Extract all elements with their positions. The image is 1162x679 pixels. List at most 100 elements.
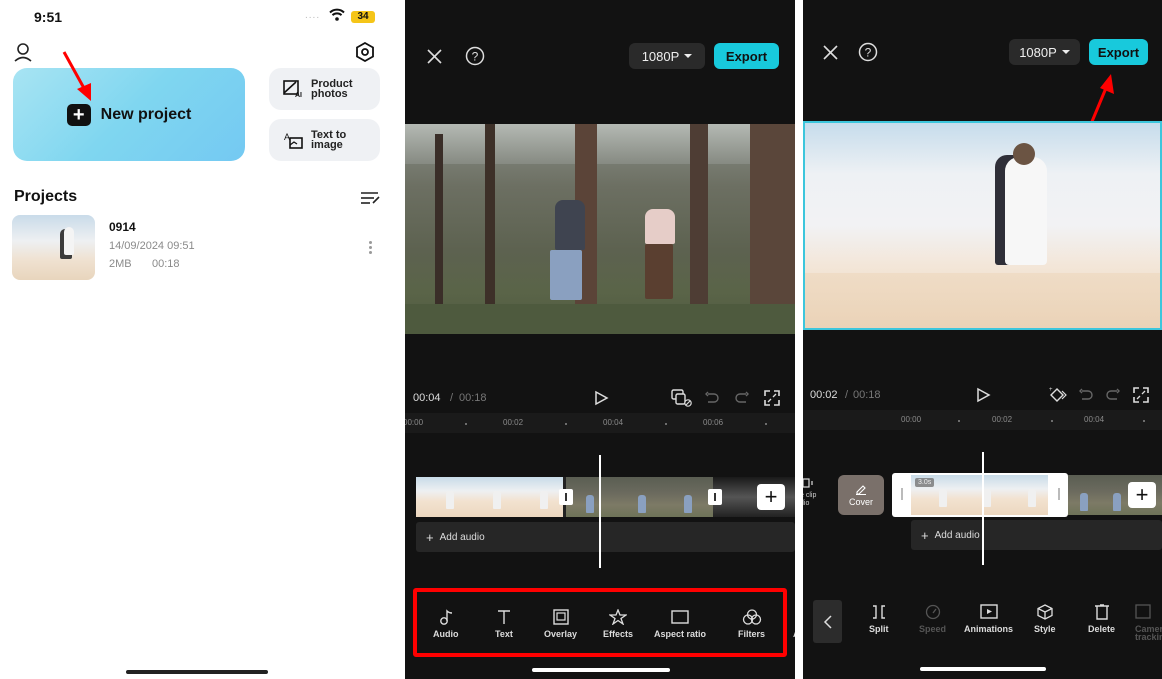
close-icon[interactable]	[426, 48, 443, 65]
ruler-tick: 00:04	[1084, 415, 1105, 424]
add-audio-label: Add audio	[439, 531, 485, 543]
play-icon[interactable]	[975, 387, 991, 403]
add-audio-button[interactable]: + Add audio	[416, 522, 795, 552]
product-photos-button[interactable]: AI Product photos	[269, 68, 380, 110]
resolution-label: 1080P	[1019, 44, 1057, 60]
fullscreen-icon[interactable]	[764, 390, 780, 406]
filters-icon	[742, 609, 761, 625]
tool-filters[interactable]: Filters	[738, 609, 765, 639]
thumbnail-figure	[939, 489, 947, 507]
more-options-icon[interactable]	[366, 240, 374, 256]
trim-handle-left[interactable]	[901, 488, 903, 500]
current-time: 00:04	[413, 392, 441, 404]
playhead[interactable]	[599, 455, 601, 568]
export-button[interactable]: Export	[1089, 39, 1148, 65]
tool-speed[interactable]: Speed	[919, 604, 946, 634]
tool-style[interactable]: Style	[1034, 604, 1056, 634]
clip-couple-field[interactable]: 3.0s	[911, 475, 1048, 515]
help-icon[interactable]: ?	[465, 46, 485, 66]
add-audio-label: Add audio	[934, 529, 980, 541]
close-icon[interactable]	[822, 44, 839, 61]
settings-icon[interactable]	[355, 42, 375, 62]
trim-handle-right[interactable]	[1058, 488, 1060, 500]
project-thumbnail[interactable]	[12, 215, 95, 280]
video-track[interactable]	[416, 477, 795, 517]
back-button[interactable]	[813, 600, 842, 643]
add-clip-button[interactable]: +	[757, 484, 785, 510]
preview-ground	[405, 304, 795, 334]
tool-aspect-ratio[interactable]: Aspect ratio	[654, 609, 706, 639]
tool-audio[interactable]: Audio	[433, 609, 459, 639]
clip-duration-badge: 3.0s	[915, 478, 935, 487]
keyframe-sync-icon[interactable]	[671, 389, 693, 407]
mute-clip-audio-button[interactable]: e clip dio	[803, 477, 830, 517]
clip-forest-run[interactable]	[566, 477, 713, 517]
project-duration: 00:18	[152, 258, 180, 270]
add-clip-button[interactable]: +	[1128, 482, 1156, 508]
chevron-down-icon	[1061, 50, 1070, 54]
tool-text[interactable]: Text	[495, 609, 513, 639]
playhead[interactable]	[982, 452, 984, 565]
aspect-ratio-icon	[671, 610, 689, 624]
selected-clip-frame[interactable]: 3.0s	[892, 473, 1068, 517]
redo-icon[interactable]	[734, 391, 750, 405]
manage-projects-icon[interactable]	[360, 191, 380, 205]
add-audio-button[interactable]: + Add audio	[911, 520, 1162, 550]
undo-icon[interactable]	[1078, 388, 1094, 402]
transition-handle[interactable]	[708, 489, 722, 505]
status-time: 9:51	[34, 9, 63, 25]
clip-editor-screen: ? 1080P Export 00:02 / 00:18 + 00:00 00:…	[803, 0, 1162, 679]
overlay-icon	[552, 609, 569, 625]
text-to-image-button[interactable]: A Text to image	[269, 119, 380, 161]
help-icon[interactable]: ?	[858, 42, 878, 62]
chevron-left-icon	[823, 614, 832, 629]
tool-camera-tracking[interactable]: Camer trackin	[1135, 604, 1162, 642]
person-man-legs	[550, 250, 582, 300]
add-keyframe-icon[interactable]: +	[1048, 386, 1068, 404]
camera-tracking-icon	[1135, 604, 1151, 619]
new-project-button[interactable]: + New project	[13, 68, 245, 161]
clip-couple-field[interactable]	[416, 477, 563, 517]
video-preview-selected[interactable]	[803, 121, 1162, 330]
total-time: 00:18	[853, 389, 881, 401]
edit-pencil-icon	[856, 485, 866, 495]
tool-overlay[interactable]: Overlay	[544, 609, 577, 639]
home-screen: 9:51 .... 34 + New project AI Product ph…	[0, 0, 405, 679]
thumbnail-figure	[446, 491, 454, 509]
text-to-image-icon: A	[284, 132, 303, 149]
transition-handle[interactable]	[559, 489, 573, 505]
export-button[interactable]: Export	[714, 43, 779, 69]
tool-label: Text	[495, 629, 513, 639]
preview-grass	[805, 273, 1160, 328]
tool-effects[interactable]: Effects	[603, 609, 633, 639]
timeline-ruler[interactable]: 00:00 00:02 00:04	[803, 410, 1162, 430]
video-preview[interactable]	[405, 124, 795, 334]
tool-animations[interactable]: Animations	[964, 604, 1013, 634]
thumbnail-figure	[493, 491, 501, 509]
ruler-dot	[565, 423, 567, 425]
tool-partial[interactable]: A	[793, 629, 795, 639]
undo-icon[interactable]	[704, 391, 720, 405]
resolution-dropdown[interactable]: 1080P	[1009, 39, 1080, 65]
thumbnail-figure	[1028, 489, 1036, 507]
editor-toolbar: Audio Text Overlay Effects Aspect ratio …	[421, 609, 795, 643]
tool-split[interactable]: Split	[869, 604, 889, 634]
preview-sky	[405, 124, 795, 164]
tool-label: Delete	[1088, 624, 1116, 634]
fullscreen-icon[interactable]	[1133, 387, 1149, 403]
ruler-tick: 00:00	[901, 415, 922, 424]
tool-delete[interactable]: Delete	[1088, 604, 1115, 634]
redo-icon[interactable]	[1105, 388, 1121, 402]
ruler-tick: 00:02	[992, 415, 1013, 424]
resolution-label: 1080P	[641, 48, 680, 64]
person-head	[1013, 143, 1035, 165]
tree-trunk	[485, 124, 495, 304]
cover-button[interactable]: Cover	[838, 475, 884, 515]
play-icon[interactable]	[593, 390, 609, 406]
resolution-dropdown[interactable]: 1080P	[629, 43, 705, 69]
home-indicator	[532, 668, 670, 672]
current-time: 00:02	[810, 389, 838, 401]
timeline-ruler[interactable]: 00:00 00:02 00:04 00:06	[405, 413, 795, 433]
profile-icon[interactable]	[13, 42, 33, 62]
wifi-icon	[329, 8, 345, 21]
